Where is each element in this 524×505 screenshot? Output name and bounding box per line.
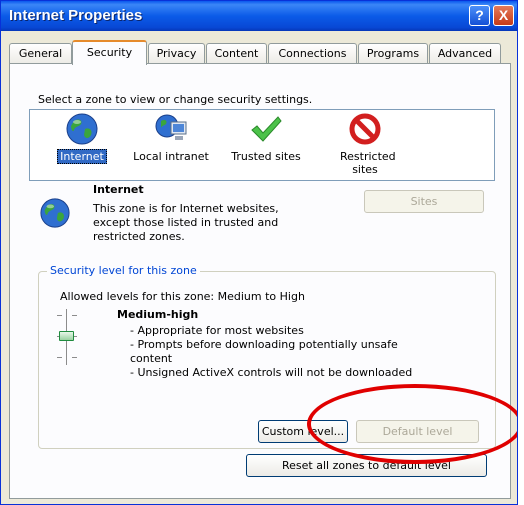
tab-privacy[interactable]: Privacy (148, 43, 205, 64)
zone-description-line: This zone is for Internet websites, (93, 202, 279, 215)
custom-level-button[interactable]: Custom level... (258, 420, 348, 443)
slider-tick (57, 315, 62, 316)
intranet-icon (155, 114, 187, 140)
sites-button[interactable]: Sites (364, 190, 484, 213)
close-button[interactable]: X (493, 5, 514, 26)
reset-all-zones-button[interactable]: Reset all zones to default level (246, 454, 487, 477)
zone-label-trusted-sites: Trusted sites (231, 150, 301, 163)
slider-tick (72, 315, 77, 316)
tab-content[interactable]: Content (206, 43, 267, 64)
zone-list: Internet Local intranet Trusted sites Re… (29, 109, 495, 181)
tab-connections[interactable]: Connections (268, 43, 357, 64)
title-bar[interactable]: Internet Properties ? X (1, 1, 517, 31)
zone-label-restricted-sites: Restricted sites (340, 150, 396, 176)
level-bullet: - Unsigned ActiveX controls will not be … (130, 366, 413, 379)
tab-security[interactable]: Security (72, 40, 147, 65)
default-level-button[interactable]: Default level (356, 420, 479, 443)
restricted-icon (349, 113, 381, 145)
zone-trusted-sites[interactable]: Trusted sites (222, 110, 310, 182)
globe-icon (66, 113, 98, 145)
zone-prompt: Select a zone to view or change security… (38, 93, 313, 106)
security-level-slider-thumb[interactable] (59, 331, 74, 341)
zone-label-internet: Internet (57, 149, 107, 164)
level-bullet: - Appropriate for most websites (130, 324, 304, 337)
internet-properties-window: Internet Properties ? X General Security… (0, 0, 518, 505)
selected-zone-name: Internet (93, 183, 144, 196)
zone-description-line: restricted zones. (93, 230, 185, 243)
globe-icon (40, 198, 70, 228)
zone-internet[interactable]: Internet (44, 110, 120, 182)
checkmark-icon (251, 116, 282, 142)
allowed-levels-text: Allowed levels for this zone: Medium to … (60, 290, 305, 303)
window-title: Internet Properties (9, 7, 143, 24)
zone-local-intranet[interactable]: Local intranet (122, 110, 220, 182)
zone-description-line: except those listed in trusted and (93, 216, 279, 229)
slider-tick (72, 357, 77, 358)
zone-label-local-intranet: Local intranet (133, 150, 209, 163)
zone-label: Internet (44, 149, 120, 164)
security-level-name: Medium-high (117, 308, 199, 321)
slider-tick (57, 357, 62, 358)
level-bullet: content (130, 352, 173, 365)
help-button[interactable]: ? (469, 5, 490, 26)
tab-advanced[interactable]: Advanced (429, 43, 501, 64)
security-level-group-title: Security level for this zone (47, 264, 200, 277)
level-bullet: - Prompts before downloading potentially… (130, 338, 398, 351)
zone-restricted-sites[interactable]: Restricted sites (326, 110, 404, 182)
tab-strip: General Security Privacy Content Connect… (9, 40, 509, 65)
tab-general[interactable]: General (9, 43, 72, 64)
tab-programs[interactable]: Programs (358, 43, 428, 64)
